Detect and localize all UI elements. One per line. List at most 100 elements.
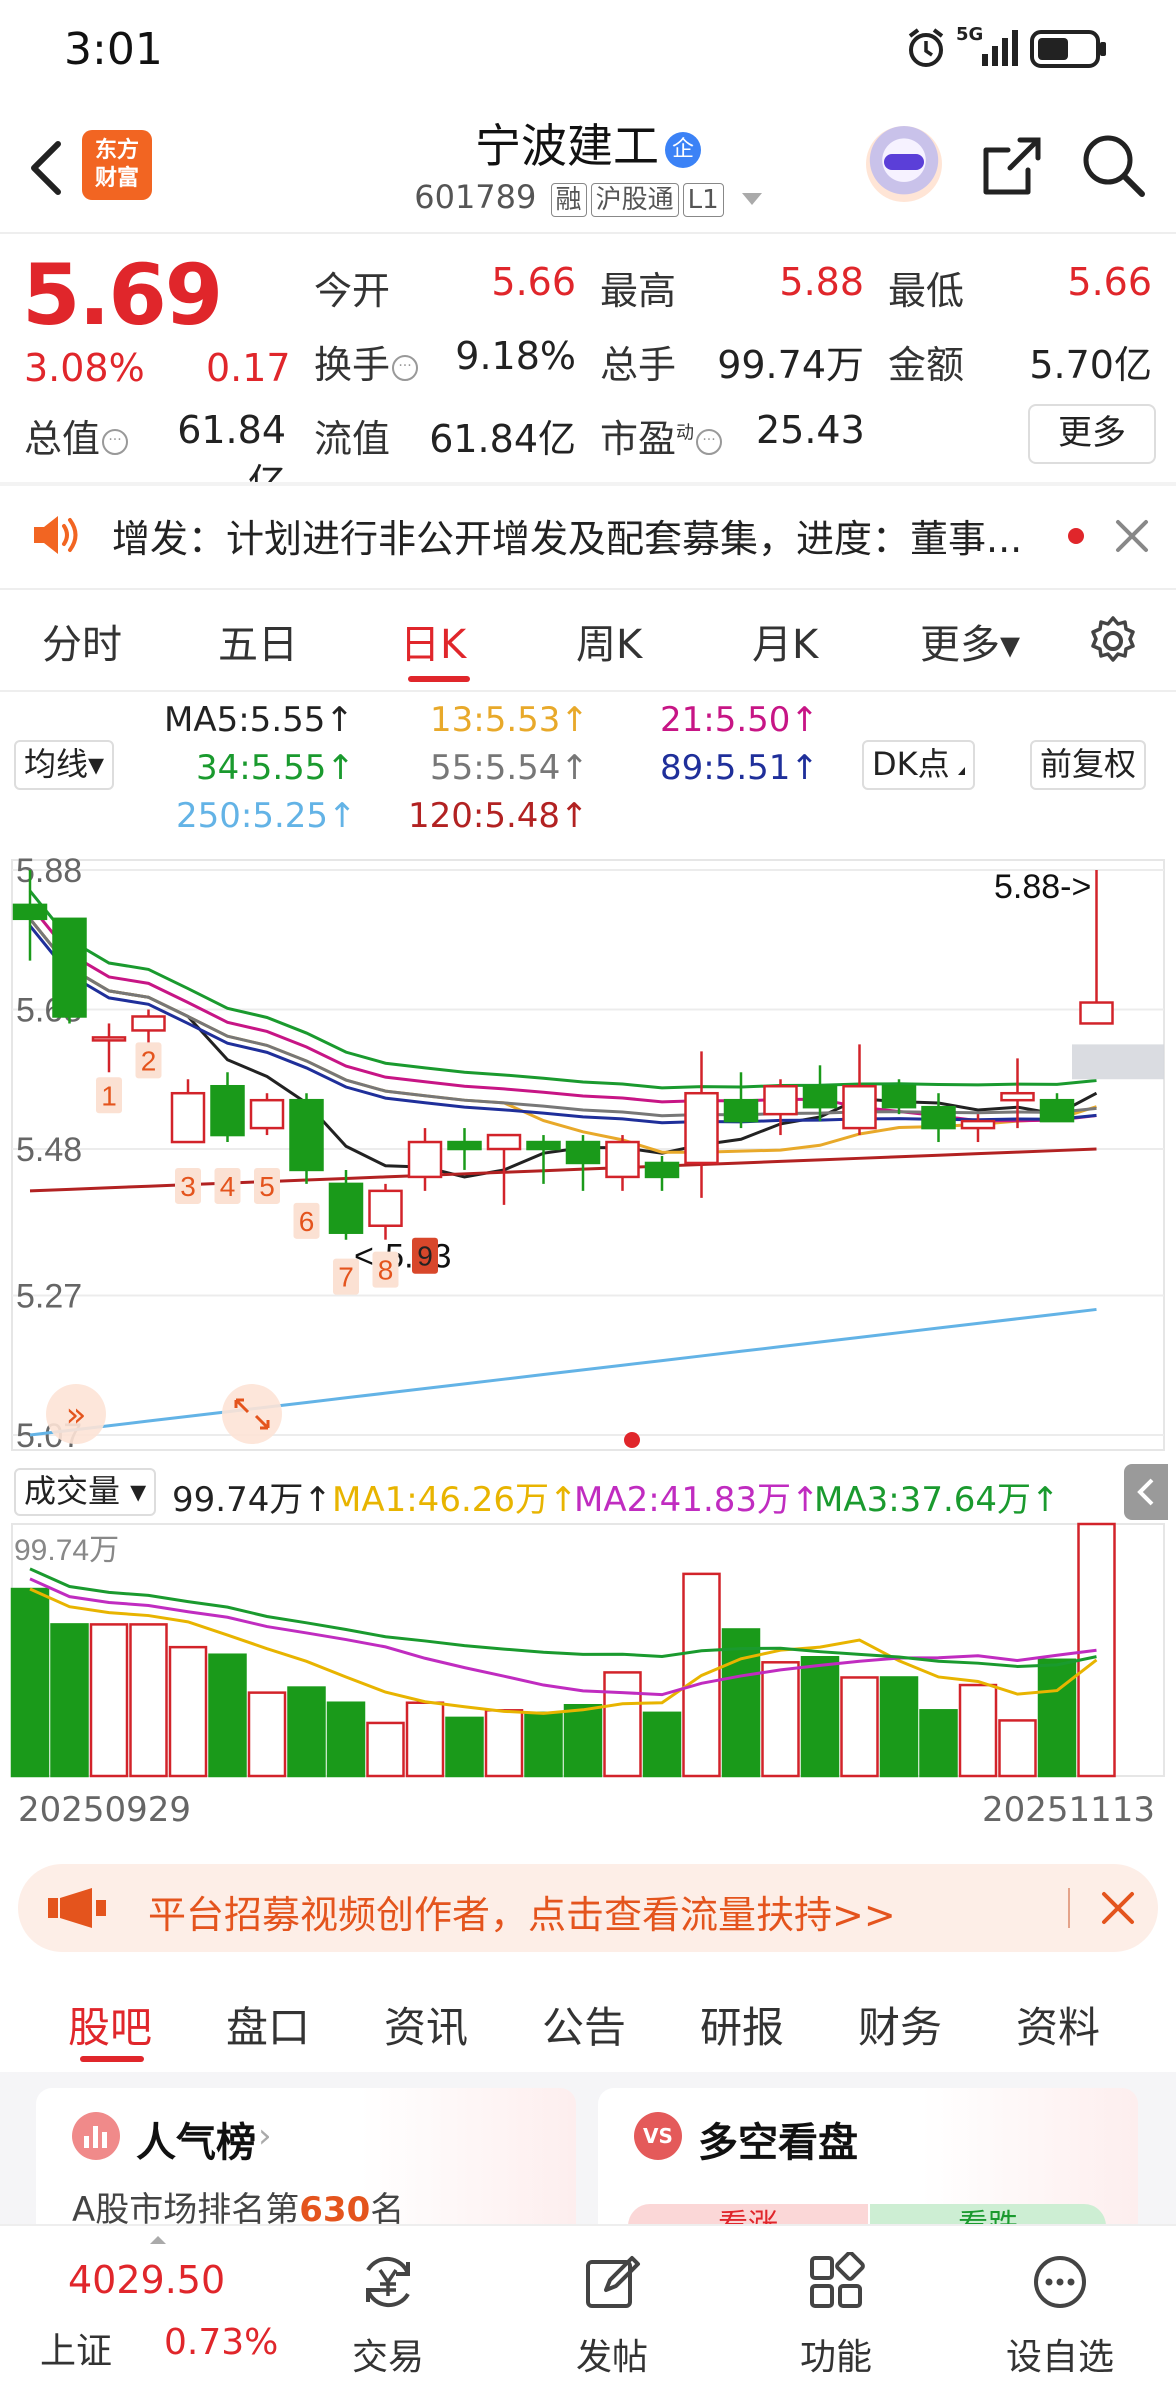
expand-icon	[222, 1384, 282, 1444]
signal-icon	[982, 30, 1018, 66]
candle-down	[802, 1084, 838, 1109]
volume-bar-up	[247, 1691, 287, 1778]
share-icon[interactable]	[980, 134, 1044, 198]
tag-margin: 融	[550, 183, 587, 217]
ma-legend: MA5:5.55↑ 13:5.53↑ 21:5.50↑ 均线▾ 34:5.55↑…	[0, 690, 1176, 840]
volume-chart[interactable]: 99.74万	[0, 1520, 1176, 1780]
candle-up	[842, 1084, 877, 1130]
stock-header: 东方 财富 宁波建工企 601789 融沪股通 L1	[0, 100, 1176, 232]
index-name: 上证	[40, 2331, 113, 2372]
tab-more[interactable]: 更多▾	[920, 612, 1020, 670]
tab-research[interactable]: 研报	[700, 1994, 784, 2055]
nav-post-label: 发帖	[575, 2337, 648, 2378]
active-tab-indicator	[80, 2056, 144, 2062]
close-icon[interactable]	[1112, 516, 1152, 556]
volume-bar-up	[761, 1661, 800, 1778]
volume-bar-up	[366, 1721, 405, 1778]
chevron-down-icon[interactable]	[741, 193, 762, 205]
candle-down	[1039, 1098, 1075, 1123]
collapse-panel-button[interactable]	[1124, 1464, 1168, 1520]
notice-text: 增发：计划进行非公开增发及配套募集，进度：董事...	[112, 517, 1023, 561]
tab-finance[interactable]: 财务	[858, 1994, 942, 2055]
ma55-value: 55:5.54↑	[430, 748, 589, 788]
tab-announcements[interactable]: 公告	[542, 1994, 626, 2055]
close-icon[interactable]	[1098, 1888, 1138, 1928]
gear-icon[interactable]	[1086, 614, 1140, 668]
active-tab-indicator	[408, 676, 470, 682]
search-icon[interactable]	[1080, 132, 1146, 198]
stock-name: 宁波建工	[475, 119, 659, 173]
popularity-title: 人气榜	[136, 2120, 256, 2166]
nav-trade[interactable]: 交易	[298, 2226, 478, 2402]
high-price-marker: 5.88->	[994, 868, 1091, 906]
sequence-label: 7	[338, 1262, 354, 1293]
divider	[0, 232, 1176, 234]
candle-down	[289, 1098, 324, 1172]
nav-trade-label: 交易	[351, 2337, 424, 2378]
volume-bar-down	[563, 1704, 603, 1778]
info-dots-icon[interactable]: ···	[696, 428, 723, 455]
nav-post[interactable]: 发帖	[522, 2226, 702, 2402]
notice-bar[interactable]: 增发：计划进行非公开增发及配套募集，进度：董事...	[0, 486, 1176, 586]
candle-down	[328, 1182, 364, 1234]
tab-news[interactable]: 资讯	[384, 1994, 468, 2055]
tab-monthly-k[interactable]: 月K	[752, 612, 818, 670]
promo-banner[interactable]: 平台招募视频创作者，点击查看流量扶持>>	[18, 1864, 1158, 1952]
volume-max-label: 99.74万	[14, 1534, 119, 1567]
tag-level: L1	[682, 183, 724, 217]
volume-bar-down	[919, 1709, 958, 1778]
volume-header: 成交量 ▾ 99.74万↑ MA1:46.26万↑ MA2:41.83万↑ MA…	[0, 1462, 1176, 1524]
open-label: 今开	[314, 269, 391, 313]
ma-select[interactable]: 均线▾	[14, 740, 115, 790]
sequence-label: 2	[141, 1045, 157, 1076]
ma21-value: 21:5.50↑	[660, 700, 819, 740]
volume-select[interactable]: 成交量 ▾	[14, 1468, 157, 1516]
content-tabs: 股吧 盘口 资讯 公告 研报 财务 资料	[0, 1960, 1176, 2062]
pe-label: 市盈动 ···	[600, 408, 723, 463]
high-label: 最高	[600, 269, 677, 313]
info-dots-icon[interactable]: ···	[102, 428, 129, 455]
y-tick-label: 5.88	[16, 852, 82, 890]
current-price: 5.69	[22, 246, 223, 344]
tab-profile[interactable]: 资料	[1016, 1994, 1100, 2055]
index-change: 0.73%	[164, 2322, 279, 2363]
sequence-label: 3	[180, 1171, 196, 1202]
kline-chart[interactable]: 5.885.685.485.275.07 5.88-><-5.33123 4 567…	[0, 840, 1176, 1470]
quote-panel: 5.69 3.08% 0.17 今开 5.66 最高 5.88 最低 5.66 …	[0, 236, 1176, 505]
tab-five-day[interactable]: 五日	[218, 612, 298, 670]
candle-down	[210, 1084, 245, 1137]
candle-down	[723, 1098, 759, 1123]
tab-daily-k[interactable]: 日K	[400, 612, 466, 670]
status-time: 3:01	[64, 24, 163, 75]
info-dots-icon[interactable]: ···	[392, 354, 419, 381]
tab-forum[interactable]: 股吧	[68, 1994, 152, 2055]
sequence-label: 9	[417, 1241, 433, 1272]
candle-up	[605, 1140, 640, 1179]
ma89-value: 89:5.51↑	[660, 748, 819, 788]
nav-functions[interactable]: 功能	[746, 2226, 926, 2402]
tab-intraday[interactable]: 分时	[42, 612, 122, 670]
more-button[interactable]: 更多	[1028, 404, 1156, 464]
nav-watchlist[interactable]: 设自选	[970, 2226, 1150, 2402]
sequence-label: 6	[299, 1206, 315, 1237]
index-value: 4029.50	[68, 2258, 226, 2302]
tab-weekly-k[interactable]: 周K	[576, 612, 642, 670]
bottom-nav: 4029.50 上证 0.73% 交易 发帖 功能 设自选	[0, 2224, 1176, 2402]
cards-section: 人气榜 › A股市场排名第630名 VS 多空看盘 看涨 看跌	[0, 2072, 1176, 2248]
alarm-icon	[908, 28, 944, 67]
candle-down	[447, 1140, 482, 1151]
volume-bar-down	[287, 1686, 326, 1778]
promo-text: 平台招募视频创作者，点击查看流量扶持>>	[148, 1893, 896, 1937]
sequence-label: 1	[101, 1080, 117, 1111]
chevron-up-icon	[150, 2236, 166, 2244]
float-value: 61.84亿	[429, 417, 576, 461]
fast-forward-glyph: »	[66, 1395, 87, 1435]
forward-adjust-button[interactable]: 前复权	[1030, 740, 1147, 790]
dk-point-button[interactable]: DK点	[862, 740, 975, 790]
index-ticker[interactable]: 4029.50 上证 0.73%	[20, 2226, 290, 2402]
candle-down	[12, 903, 48, 921]
divider	[0, 588, 1176, 590]
tab-orderbook[interactable]: 盘口	[226, 1994, 310, 2055]
assistant-robot-icon[interactable]	[866, 126, 942, 202]
ma5-value: MA5:5.55↑	[164, 700, 354, 740]
